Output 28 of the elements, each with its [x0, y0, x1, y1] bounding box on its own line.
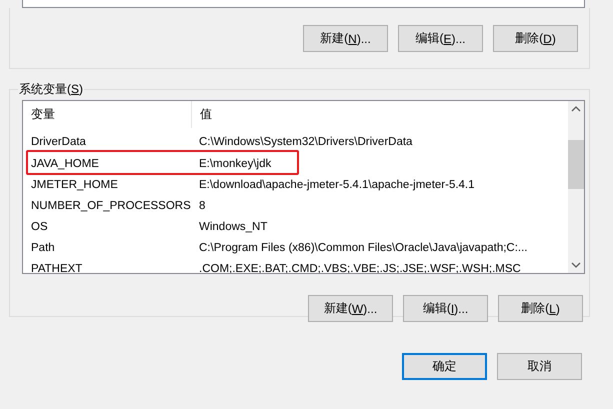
variable-name-cell-text: OS: [30, 220, 49, 232]
scrollbar-thumb[interactable]: [568, 140, 584, 189]
edit-button[interactable]: 编辑(I)...: [403, 295, 488, 322]
new-button[interactable]: 新建(W)...: [308, 295, 393, 322]
group-label: 系统变量(S): [18, 81, 84, 98]
cancel-button[interactable]: 取消: [497, 353, 582, 380]
variable-value-cell-text: C:\Windows\System32\Drivers\DriverData: [198, 136, 412, 148]
variable-name-cell-text: Path: [30, 242, 56, 254]
column-header[interactable]: 变量: [23, 101, 192, 128]
variable-value-cell-text: E:\monkey\jdk: [198, 158, 272, 170]
variable-value-cell-text: 8: [198, 200, 206, 212]
variable-value-cell-text: Windows_NT: [198, 220, 268, 232]
ok-button[interactable]: 确定: [402, 353, 487, 380]
edit-button[interactable]: 编辑(E)...: [398, 25, 483, 52]
variable-value-cell-text: C:\Program Files (x86)\Common Files\Oracle\Java\javapath;C:...: [198, 242, 528, 254]
variable-value-cell-text: .COM;.EXE;.BAT;.CMD;.VBS;.VBE;.JS;.JSE;.WSF;.WSH;.MSC: [198, 262, 521, 273]
variable-name-cell-text: JAVA_HOME: [30, 158, 100, 170]
variable-name-cell-text: JMETER_HOME: [30, 178, 119, 190]
variable-name-cell-text: DriverData: [30, 136, 87, 148]
variable-list[interactable]: [22, 100, 585, 274]
variable-name-cell-text: PATHEXT: [30, 262, 84, 273]
variable-value-cell-text: E:\download\apache-jmeter-5.4.1\apache-jmeter-5.4.1: [198, 178, 475, 190]
delete-button[interactable]: 删除(L): [498, 295, 583, 322]
variable-name-cell-text: NUMBER_OF_PROCESSORS: [30, 200, 192, 212]
delete-button[interactable]: 删除(D): [493, 25, 578, 52]
list-box[interactable]: [22, 0, 585, 8]
new-button[interactable]: 新建(N)...: [303, 25, 388, 52]
column-header[interactable]: 值: [192, 101, 212, 128]
